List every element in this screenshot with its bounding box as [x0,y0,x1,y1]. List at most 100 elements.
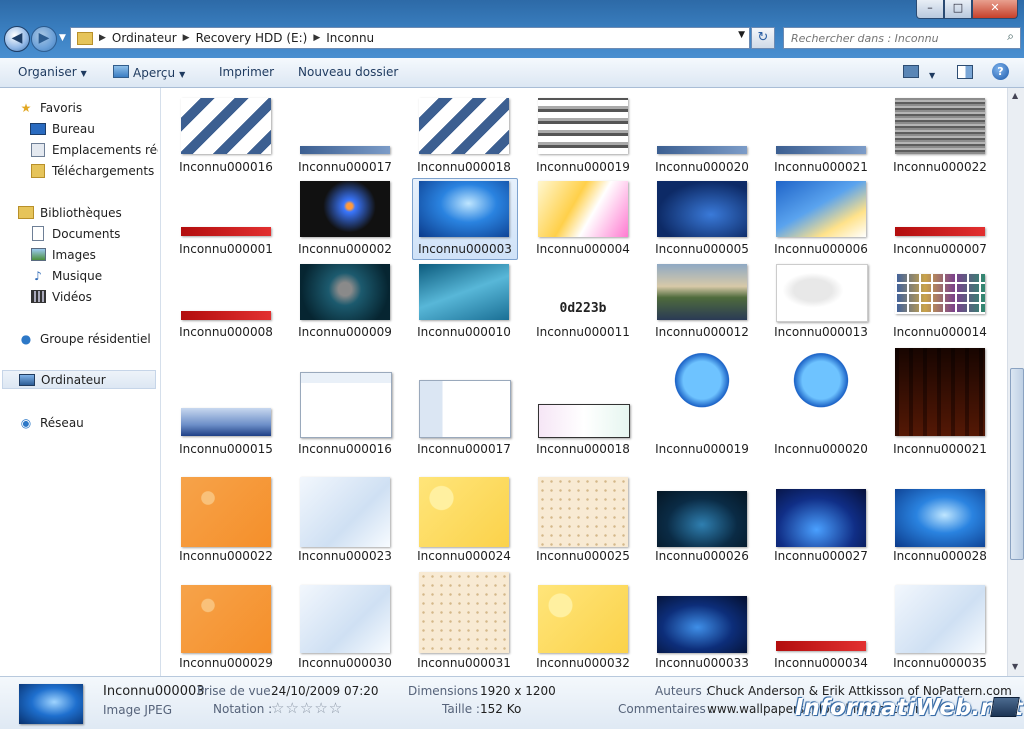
documents-icon [30,226,46,241]
file-item[interactable]: Inconnu000033 [643,570,761,674]
file-item[interactable]: Inconnu000034 [762,570,880,674]
file-item[interactable]: Inconnu000013 [762,261,880,344]
nav-downloads[interactable]: Téléchargements [30,161,158,180]
nav-recent-places[interactable]: Emplacements récents [30,140,158,159]
scroll-down-icon[interactable]: ▼ [1012,662,1018,671]
file-item[interactable]: Inconnu000023 [286,464,404,568]
search-box[interactable]: ⌕ [783,27,1021,49]
file-item[interactable]: Inconnu000024 [405,464,523,568]
nav-libraries[interactable]: Bibliothèques [18,203,158,222]
file-item[interactable]: Inconnu000029 [167,570,285,674]
file-thumbnail [895,227,985,236]
authors-label: Auteurs : [655,684,710,698]
preview-pane-button[interactable] [957,65,973,82]
breadcrumb-label: Inconnu [326,31,375,45]
preview-button[interactable]: Aperçu ▼ [113,65,185,80]
file-item[interactable]: Inconnu000006 [762,178,880,260]
file-item[interactable]: Inconnu000016 [286,346,404,461]
taken-value[interactable]: 24/10/2009 07:20 [271,684,379,698]
file-item[interactable]: Inconnu000020 [762,346,880,461]
file-item[interactable]: 0d223b Inconnu000011 [524,261,642,344]
file-item[interactable]: Inconnu000019 [643,346,761,461]
file-item[interactable]: Inconnu000009 [286,261,404,344]
file-item[interactable]: Inconnu000022 [881,88,999,178]
network-icon: ◉ [20,415,32,430]
file-item[interactable]: Inconnu000015 [167,346,285,461]
search-icon[interactable]: ⌕ [1007,29,1014,44]
scrollbar-thumb[interactable] [1010,368,1024,560]
nav-documents[interactable]: Documents [30,224,158,243]
minimize-button[interactable]: – [916,0,944,19]
close-button[interactable]: ✕ [972,0,1018,19]
file-item[interactable]: Inconnu000008 [167,261,285,344]
file-name: Inconnu000029 [179,656,273,670]
organize-button[interactable]: Organiser ▼ [18,65,87,79]
history-dropdown-icon[interactable]: ▼ [59,33,66,43]
file-item[interactable]: Inconnu000027 [762,464,880,568]
file-item[interactable]: Inconnu000025 [524,464,642,568]
scroll-up-icon[interactable]: ▲ [1012,91,1018,100]
file-item[interactable]: Inconnu000026 [643,464,761,568]
search-input[interactable] [789,28,993,48]
file-thumbnail [657,181,747,237]
file-name: Inconnu000007 [893,242,987,256]
back-button[interactable]: ◀ [4,26,30,52]
file-name: Inconnu000022 [179,549,273,563]
file-item[interactable]: Inconnu000032 [524,570,642,674]
file-thumbnail [181,311,271,320]
breadcrumb-item[interactable]: ▶ Inconnu [313,31,374,45]
file-item[interactable]: Inconnu000016 [167,88,285,178]
file-item[interactable]: Inconnu000020 [643,88,761,178]
file-item[interactable]: Inconnu000028 [881,464,999,568]
help-icon[interactable]: ? [992,63,1009,80]
file-item-selected[interactable]: Inconnu000003 [412,178,518,260]
file-item[interactable]: Inconnu000012 [643,261,761,344]
rating-stars[interactable]: ☆☆☆☆☆ [271,699,343,717]
breadcrumb-item[interactable]: ▶ Recovery HDD (E:) [183,31,308,45]
rating-label: Notation : [213,702,273,716]
change-view-button[interactable]: ▼ [903,65,935,81]
file-item[interactable]: Inconnu000018 [524,346,642,461]
file-item[interactable]: Inconnu000021 [762,88,880,178]
nav-network[interactable]: ◉ Réseau [18,413,158,432]
file-thumbnail [776,641,866,651]
maximize-button[interactable]: □ [944,0,972,19]
file-item[interactable]: Inconnu000017 [405,346,523,461]
file-name: Inconnu000021 [893,442,987,456]
nav-videos[interactable]: Vidéos [30,287,158,306]
file-item[interactable]: Inconnu000030 [286,570,404,674]
file-item[interactable]: Inconnu000002 [286,178,404,260]
nav-music[interactable]: ♪ Musique [30,266,158,285]
file-item[interactable]: Inconnu000001 [167,178,285,260]
nav-computer[interactable]: Ordinateur [2,370,156,389]
vertical-scrollbar[interactable]: ▲ ▼ [1007,88,1024,676]
nav-images[interactable]: Images [30,245,158,264]
file-item[interactable]: Inconnu000035 [881,570,999,674]
file-item[interactable]: Inconnu000019 [524,88,642,178]
file-name: Inconnu000002 [298,242,392,256]
file-item[interactable]: Inconnu000014 [881,261,999,344]
nav-homegroup[interactable]: ● Groupe résidentiel [18,329,158,348]
file-name: Inconnu000028 [893,549,987,563]
file-item[interactable]: Inconnu000010 [405,261,523,344]
file-item[interactable]: Inconnu000005 [643,178,761,260]
file-item[interactable]: Inconnu000031 [405,570,523,674]
nav-desktop[interactable]: Bureau [30,119,158,138]
file-item[interactable]: Inconnu000021 [881,346,999,461]
address-dropdown-icon[interactable]: ▼ [738,30,745,40]
file-name: Inconnu000016 [298,442,392,456]
refresh-button[interactable]: ↻ [751,27,775,49]
file-item[interactable]: Inconnu000022 [167,464,285,568]
file-item[interactable]: Inconnu000004 [524,178,642,260]
forward-button[interactable]: ▶ [31,26,57,52]
chevron-down-icon: ▼ [179,70,186,79]
print-button[interactable]: Imprimer [219,65,274,79]
address-bar[interactable]: ▶ Ordinateur ▶ Recovery HDD (E:) ▶ Inconnu … [70,27,750,49]
file-item[interactable]: Inconnu000018 [405,88,523,178]
breadcrumb-item[interactable]: ▶ Ordinateur [99,31,177,45]
file-thumbnail [419,98,509,154]
file-item[interactable]: Inconnu000007 [881,178,999,260]
nav-favorites[interactable]: ★ Favoris [18,98,158,117]
file-item[interactable]: Inconnu000017 [286,88,404,178]
new-folder-button[interactable]: Nouveau dossier [298,65,398,79]
